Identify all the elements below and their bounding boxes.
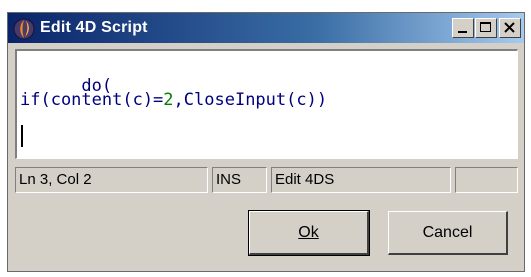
window-title: Edit 4D Script — [40, 19, 148, 36]
cancel-button-label: Cancel — [422, 224, 473, 241]
minimize-button[interactable] — [452, 18, 474, 38]
cancel-button[interactable]: Cancel — [388, 211, 508, 255]
close-icon — [504, 22, 515, 33]
maximize-icon — [480, 22, 491, 32]
ok-button[interactable]: Ok — [248, 210, 370, 256]
status-mode: INS — [212, 167, 267, 193]
ok-button-label: Ok — [298, 224, 319, 241]
code-line-2-before: if(content(c)= — [20, 90, 164, 110]
minimize-icon — [458, 31, 467, 33]
code-line-2-after: ,CloseInput(c)) — [173, 90, 328, 110]
code-line-2-number: 2 — [163, 90, 174, 110]
text-caret — [21, 125, 23, 147]
app-icon — [13, 18, 35, 40]
code-line-2: if(content(c)=2,CloseInput(c)) — [20, 90, 327, 110]
status-extra — [455, 167, 518, 193]
title-bar[interactable]: Edit 4D Script — [8, 13, 524, 43]
maximize-button[interactable] — [475, 18, 497, 38]
status-info: Edit 4DS — [271, 167, 451, 193]
edit-script-dialog: Edit 4D Script do( if(content(c)=2,Close… — [7, 12, 525, 272]
script-editor[interactable]: do( if(content(c)=2,CloseInput(c)) — [15, 49, 518, 159]
close-button[interactable] — [499, 18, 521, 38]
status-bar: Ln 3, Col 2 INS Edit 4DS — [15, 167, 518, 193]
status-position: Ln 3, Col 2 — [15, 167, 208, 193]
